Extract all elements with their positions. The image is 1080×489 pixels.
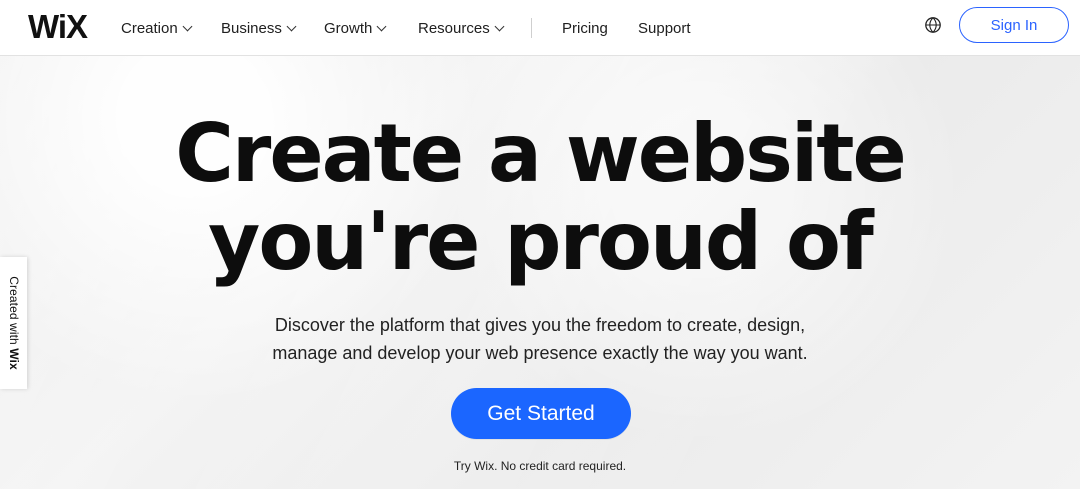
get-started-button[interactable]: Get Started [451, 388, 631, 439]
nav-item-creation[interactable]: Creation [121, 0, 221, 56]
chevron-down-icon [376, 21, 387, 31]
chevron-down-icon [494, 21, 505, 31]
created-with-brand: Wix [6, 348, 21, 370]
nav-item-creation-label: Creation [121, 19, 178, 37]
globe-icon[interactable] [924, 16, 942, 34]
hero-subtitle-line-2: manage and develop your web presence exa… [272, 343, 808, 363]
chevron-down-icon [286, 21, 297, 31]
nav-item-growth[interactable]: Growth [324, 0, 418, 56]
created-with-prefix: Created with [6, 276, 21, 349]
nav-item-pricing[interactable]: Pricing [562, 0, 638, 56]
created-with-wix-label: Created with Wix [7, 276, 21, 370]
nav-item-pricing-label: Pricing [562, 19, 608, 37]
nav-item-growth-label: Growth [324, 19, 373, 37]
hero-section: Create a website you're proud of Discove… [0, 56, 1080, 489]
sign-in-button[interactable]: Sign In [959, 7, 1069, 43]
nav-item-support[interactable]: Support [638, 0, 708, 56]
nav-item-business-label: Business [221, 19, 282, 37]
hero-title-line-1: Create a website [175, 107, 907, 200]
chevron-down-icon [182, 21, 193, 31]
hero-subtitle-line-1: Discover the platform that gives you the… [274, 315, 806, 335]
created-with-wix-badge[interactable]: Created with Wix [0, 257, 27, 389]
hero-subtitle: Discover the platform that gives you the… [270, 311, 810, 367]
main-navigation: Creation Business Growth Resources Prici… [121, 0, 708, 56]
nav-item-resources[interactable]: Resources [418, 0, 530, 56]
trial-note: Try Wix. No credit card required. [453, 459, 627, 473]
nav-item-support-label: Support [638, 19, 691, 37]
nav-item-business[interactable]: Business [221, 0, 324, 56]
nav-divider [531, 18, 532, 38]
nav-item-resources-label: Resources [418, 19, 490, 37]
wix-logo[interactable]: WiX [28, 8, 88, 46]
wix-homepage: WiX Creation Business Growth Resources P… [0, 0, 1080, 489]
top-navigation-bar: WiX Creation Business Growth Resources P… [0, 0, 1080, 56]
hero-title-line-2: you're proud of [208, 195, 874, 288]
hero-title: Create a website you're proud of [0, 110, 1080, 286]
